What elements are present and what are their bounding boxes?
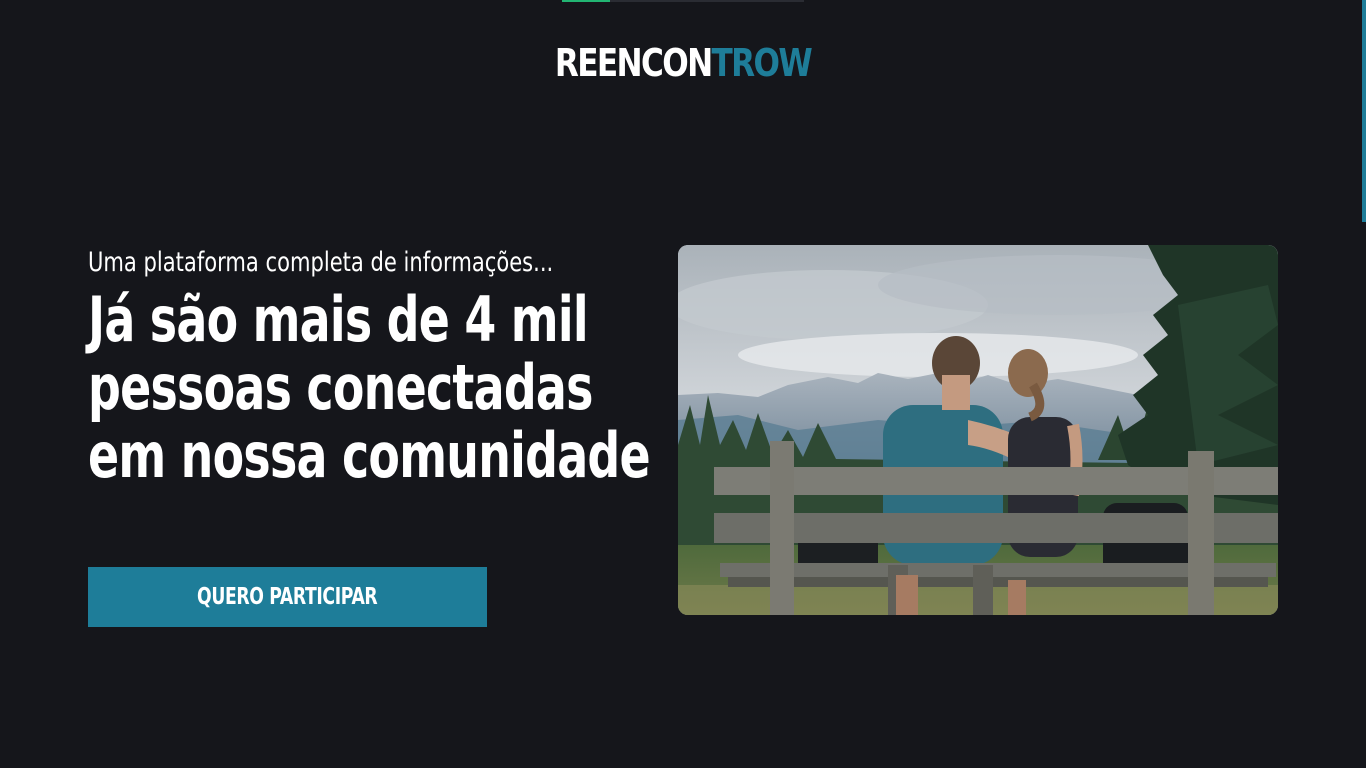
- hero-headline-line: Já são mais de 4 mil: [88, 283, 589, 356]
- logo-text-accent: TROW: [711, 41, 813, 85]
- top-progress-fill: [562, 0, 611, 2]
- hero-headline: Já são mais de 4 mil pessoas conectadas …: [88, 283, 651, 492]
- hero-text: Uma plataforma completa de informações..…: [88, 246, 651, 492]
- join-button-label: QUERO PARTICIPAR: [197, 584, 378, 610]
- scrollbar-thumb[interactable]: [1362, 0, 1366, 222]
- hero-photo-illustration: [678, 245, 1278, 615]
- logo-text-primary: REENCON: [554, 41, 713, 85]
- site-logo[interactable]: REENCONTROW: [123, 40, 1243, 86]
- hero-photo: [678, 245, 1278, 615]
- landing-page: REENCONTROW Uma plataforma completa de i…: [0, 0, 1366, 768]
- hero-subtitle: Uma plataforma completa de informações..…: [88, 247, 554, 278]
- scrollbar[interactable]: [1362, 0, 1366, 768]
- hero-headline-line: pessoas conectadas: [88, 351, 593, 424]
- top-progress-bar: [562, 0, 804, 2]
- hero-headline-line: em nossa comunidade: [88, 419, 651, 492]
- join-button[interactable]: QUERO PARTICIPAR: [88, 567, 487, 627]
